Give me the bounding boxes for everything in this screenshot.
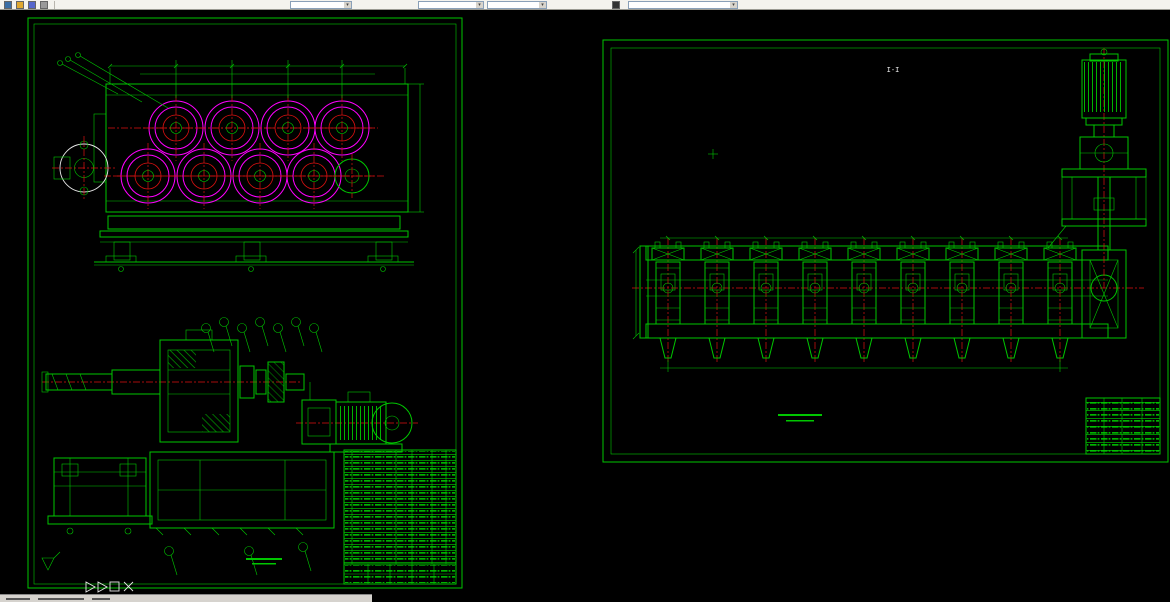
base-frame: [149, 451, 335, 536]
repeated-part: [219, 317, 233, 347]
status-text-fragment: [38, 598, 84, 600]
datum-cross: [708, 149, 718, 159]
sheet-outer-border: [602, 39, 1169, 463]
repeated-part: [298, 542, 312, 572]
palette-icon[interactable]: [612, 1, 620, 9]
repeated-part: [280, 142, 348, 210]
style-combo[interactable]: ▾: [628, 1, 738, 9]
status-bar-fill: [372, 594, 1170, 602]
repeated-part: [273, 323, 287, 353]
repeated-part: [700, 235, 734, 363]
left-drawing-sheet: [27, 17, 463, 589]
print-icon[interactable]: [40, 1, 48, 9]
repeated-part: [291, 317, 305, 347]
assembly-caption: [778, 414, 822, 422]
repeated-part: [308, 94, 376, 162]
chevron-down-icon[interactable]: ▾: [344, 2, 351, 8]
repeated-part: [164, 546, 178, 576]
play-marker-icon: [85, 581, 96, 593]
repeated-part: [994, 235, 1028, 363]
linetype-combo[interactable]: ▾: [487, 1, 547, 9]
repeated-part: [244, 546, 258, 576]
roller-circles: [114, 94, 376, 210]
toolbar-separator: [54, 1, 55, 9]
motor-side-view: [296, 391, 418, 453]
top-toolbar: ▾ ▾ ▾ ▾: [0, 0, 1170, 10]
repeated-part: [1043, 235, 1077, 363]
view-caption: [246, 558, 282, 565]
open-folder-icon[interactable]: [16, 1, 24, 9]
parts-list-table: [343, 449, 457, 565]
square-marker-icon: [109, 581, 120, 592]
color-combo[interactable]: ▾: [418, 1, 484, 9]
status-text-fragment: [6, 598, 30, 600]
repeated-part: [847, 235, 881, 363]
layer-combo[interactable]: ▾: [290, 1, 352, 9]
roller-units: [651, 235, 1077, 363]
cad-application-window: ▾ ▾ ▾ ▾ I-I: [0, 0, 1170, 602]
drawing-canvas[interactable]: I-I: [0, 10, 1170, 594]
new-file-icon[interactable]: [4, 1, 12, 9]
status-bar: [0, 594, 1170, 602]
repeated-part: [237, 323, 251, 353]
model-space[interactable]: I-I: [0, 10, 1170, 594]
surface-finish-symbol: [41, 551, 61, 571]
play-marker-icon: [97, 581, 108, 593]
clamp-section-view: [47, 457, 153, 535]
status-text-fragment: [92, 598, 110, 600]
roller-shaft-assembly: [632, 235, 1144, 372]
save-icon[interactable]: [28, 1, 36, 9]
repeated-part: [255, 317, 269, 347]
plan-view: [52, 52, 424, 213]
assembly-dimensions: [632, 237, 1068, 372]
repeated-part: [896, 235, 930, 363]
title-block: [1085, 397, 1161, 455]
machine-bed: [94, 215, 414, 272]
motor-drive-unit: [1047, 48, 1147, 288]
repeated-part: [309, 323, 323, 353]
chevron-down-icon[interactable]: ▾: [539, 2, 546, 8]
chevron-down-icon[interactable]: ▾: [476, 2, 483, 8]
bevel-gear-housing: [1081, 249, 1127, 339]
section-label: I-I: [887, 66, 900, 74]
repeated-part: [651, 235, 685, 363]
title-block: [343, 563, 457, 585]
right-drawing-sheet: I-I: [602, 39, 1169, 463]
sheet-inner-border: [610, 47, 1161, 455]
repeated-part: [749, 235, 783, 363]
view-marker-icons: [85, 581, 134, 593]
chevron-down-icon[interactable]: ▾: [730, 2, 737, 8]
repeated-part: [798, 235, 832, 363]
repeated-part: [945, 235, 979, 363]
command-line[interactable]: [0, 594, 372, 602]
